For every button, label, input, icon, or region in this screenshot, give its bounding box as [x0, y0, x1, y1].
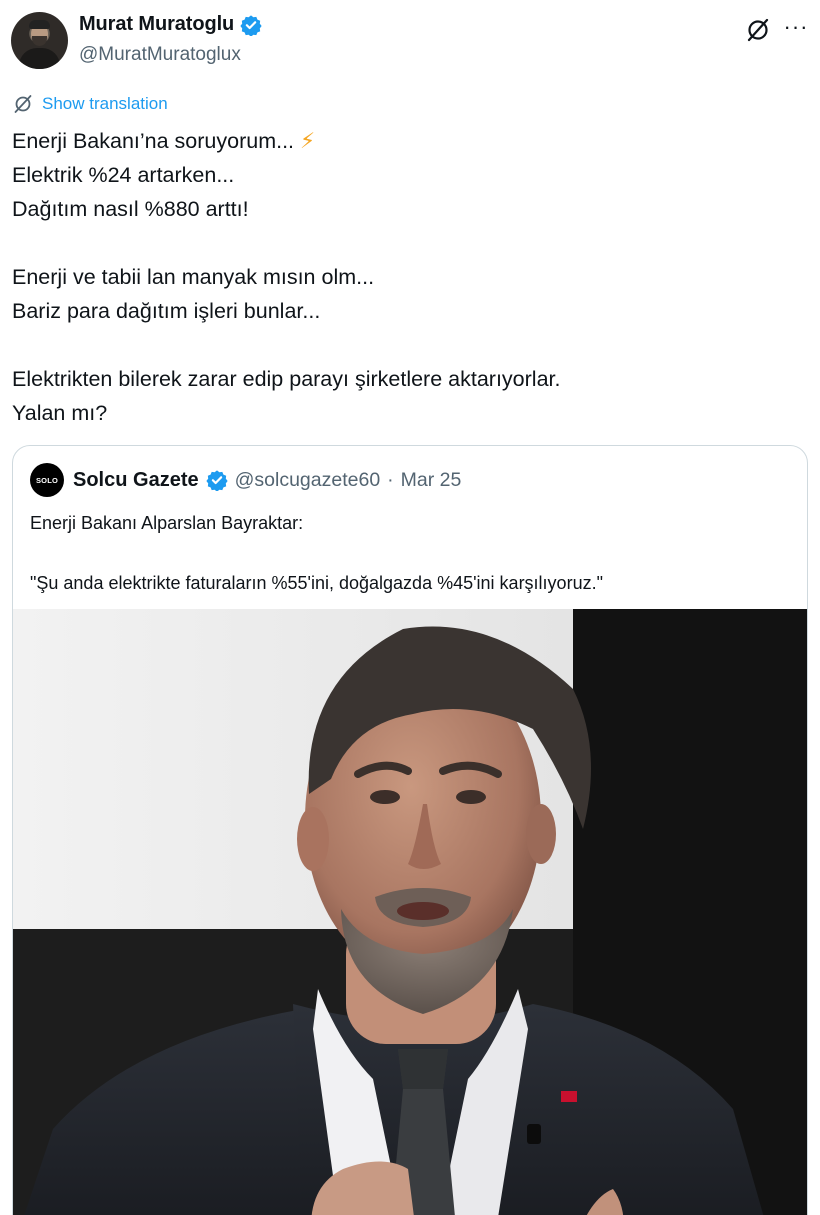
quoted-author-display-name[interactable]: Solcu Gazete [73, 469, 199, 492]
tweet-line: Bariz para dağıtım işleri bunlar... [12, 299, 321, 323]
quoted-tweet-header: SOLO Solcu Gazete @solcugazete60 · Mar 2… [30, 463, 461, 497]
quoted-tweet-line-blank [30, 538, 790, 568]
translate-icon [14, 95, 32, 113]
portrait-photo-illustration [13, 609, 807, 1215]
separator-dot: · [387, 468, 394, 491]
show-translation-link[interactable]: Show translation [12, 93, 168, 115]
author-display-name[interactable]: Murat Muratoglu [79, 13, 234, 36]
tweet-line: Yalan mı? [12, 401, 108, 425]
lightning-emoji-icon: ⚡ [300, 129, 316, 153]
tweet-line: Dağıtım nasıl %880 arttı! [12, 197, 249, 221]
quoted-author-handle[interactable]: @solcugazete60 [235, 469, 381, 492]
quoted-tweet-line: "Şu anda elektrikte faturaların %55'ini,… [30, 573, 603, 593]
tweet-line: Enerji Bakanı’na soruyorum... ⚡ [12, 129, 316, 153]
verified-badge-icon [240, 14, 262, 36]
tweet-line: Elektrik %24 artarken... [12, 163, 235, 187]
quoted-tweet-photo[interactable] [13, 609, 807, 1215]
quoted-tweet-date[interactable]: Mar 25 [401, 469, 462, 492]
author-handle[interactable]: @MuratMuratoglux [79, 44, 241, 66]
grok-slash-circle-icon[interactable] [744, 16, 772, 44]
quoted-tweet-body: Enerji Bakanı Alparslan Bayraktar: "Şu a… [30, 508, 790, 598]
author-avatar[interactable] [11, 12, 68, 69]
quoted-tweet-line: Enerji Bakanı Alparslan Bayraktar: [30, 513, 304, 533]
author-name-row: Murat Muratoglu [79, 13, 262, 36]
quoted-author-avatar[interactable]: SOLO [30, 463, 64, 497]
quoted-tweet-card[interactable]: SOLO Solcu Gazete @solcugazete60 · Mar 2… [12, 445, 808, 1215]
more-options-button[interactable]: ··· [781, 14, 811, 42]
show-translation-label[interactable]: Show translation [42, 94, 168, 114]
verified-badge-icon [205, 470, 228, 491]
tweet-header: Murat Muratoglu @MuratMuratoglux ··· [0, 0, 820, 80]
tweet-body: Enerji Bakanı’na soruyorum... ⚡ Elektrik… [12, 124, 802, 430]
tweet-line: Elektrikten bilerek zarar edip parayı şi… [12, 367, 561, 391]
tweet-line: Enerji ve tabii lan manyak mısın olm... [12, 265, 375, 289]
